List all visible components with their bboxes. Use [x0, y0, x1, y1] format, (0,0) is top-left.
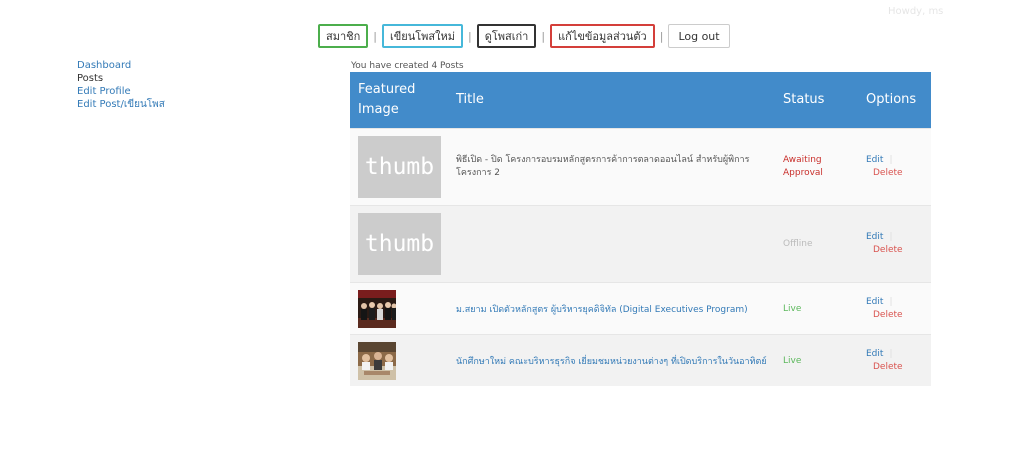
posts-count: You have created 4 Posts	[351, 61, 464, 71]
featured-image-header: Featured Image	[350, 72, 448, 129]
status-badge: Live	[783, 303, 802, 314]
sidebar-item-posts[interactable]: Posts	[77, 72, 165, 85]
table-row: thumb Offline Edit | Delete	[350, 205, 931, 283]
options-divider: |	[889, 296, 893, 307]
table-header-row: Featured Image Title Status Options	[350, 72, 931, 129]
thumbnail-placeholder: thumb	[358, 136, 441, 198]
post-title[interactable]: นักศึกษาใหม่ คณะบริหารธุรกิจ เยี่ยมชมหน่…	[456, 354, 767, 368]
post-thumbnail-image[interactable]	[358, 289, 396, 328]
post-thumbnail-image[interactable]	[358, 341, 396, 380]
delete-link[interactable]: Delete	[873, 361, 923, 374]
sidebar-item-edit-post[interactable]: Edit Post/เขียนโพส	[77, 98, 165, 111]
howdy-greeting: Howdy, ms	[888, 6, 944, 17]
top-navigation: สมาชิก | เขียนโพสใหม่ | ดูโพสเก่า | แก้ไ…	[318, 24, 730, 48]
delete-link[interactable]: Delete	[873, 309, 923, 322]
status-badge: Awaiting Approval	[783, 155, 823, 178]
nav-separator: |	[373, 29, 377, 43]
edit-link[interactable]: Edit	[866, 232, 883, 242]
post-title[interactable]: ม.สยาม เปิดตัวหลักสูตร ผู้บริหารยุคดิจิท…	[456, 302, 767, 316]
table-row: thumb พิธีเปิด - ปิด โครงการอบรมหลักสูตร…	[350, 128, 931, 206]
table-row: ม.สยาม เปิดตัวหลักสูตร ผู้บริหารยุคดิจิท…	[350, 282, 931, 335]
logout-button[interactable]: Log out	[668, 24, 730, 48]
old-posts-button[interactable]: ดูโพสเก่า	[476, 24, 537, 48]
options-divider: |	[889, 155, 893, 165]
delete-link[interactable]: Delete	[873, 244, 923, 257]
options-divider: |	[889, 348, 893, 359]
nav-separator: |	[659, 29, 664, 43]
sidebar-item-dashboard[interactable]: Dashboard	[77, 59, 165, 72]
member-button[interactable]: สมาชิก	[318, 24, 369, 48]
posts-table: Featured Image Title Status Options thumb…	[350, 72, 931, 386]
edit-link[interactable]: Edit	[866, 155, 883, 165]
new-post-button[interactable]: เขียนโพสใหม่	[382, 24, 463, 48]
title-header: Title	[448, 72, 775, 129]
sidebar-nav: Dashboard Posts Edit Profile Edit Post/เ…	[77, 59, 165, 111]
sidebar-item-edit-profile[interactable]: Edit Profile	[77, 85, 165, 98]
status-header: Status	[775, 72, 858, 129]
delete-link[interactable]: Delete	[873, 167, 923, 180]
edit-link[interactable]: Edit	[866, 349, 883, 359]
status-badge: Offline	[783, 239, 813, 249]
edit-link[interactable]: Edit	[866, 297, 883, 307]
options-divider: |	[889, 232, 893, 242]
options-header: Options	[858, 72, 931, 129]
thumbnail-placeholder: thumb	[358, 213, 441, 275]
nav-separator: |	[541, 29, 546, 43]
status-badge: Live	[783, 355, 802, 366]
table-row: นักศึกษาใหม่ คณะบริหารธุรกิจ เยี่ยมชมหน่…	[350, 334, 931, 386]
post-title: พิธีเปิด - ปิด โครงการอบรมหลักสูตรการค้า…	[456, 155, 750, 178]
edit-profile-button[interactable]: แก้ไขข้อมูลส่วนตัว	[550, 24, 655, 48]
nav-separator: |	[468, 29, 472, 43]
